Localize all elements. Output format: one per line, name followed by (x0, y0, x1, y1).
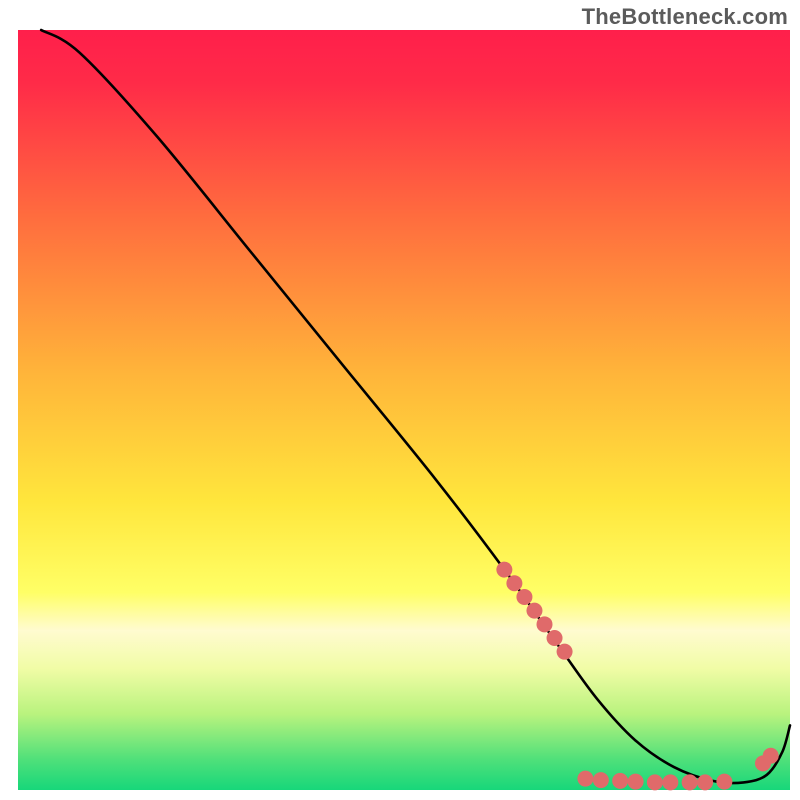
marker-dot (537, 616, 553, 632)
marker-dot (526, 603, 542, 619)
marker-dot (662, 774, 678, 790)
chart-svg (0, 0, 800, 800)
marker-dot (577, 771, 593, 787)
marker-dot (593, 772, 609, 788)
marker-dot (716, 774, 732, 790)
marker-dot (628, 774, 644, 790)
chart-stage: TheBottleneck.com (0, 0, 800, 800)
watermark: TheBottleneck.com (582, 4, 788, 30)
marker-dot (697, 774, 713, 790)
chart-background (18, 30, 790, 790)
marker-dot (682, 774, 698, 790)
marker-dot (647, 774, 663, 790)
marker-dot (496, 562, 512, 578)
marker-dot (763, 748, 779, 764)
marker-dot (547, 630, 563, 646)
marker-dot (612, 773, 628, 789)
marker-dot (516, 589, 532, 605)
marker-dot (506, 575, 522, 591)
marker-dot (557, 644, 573, 660)
